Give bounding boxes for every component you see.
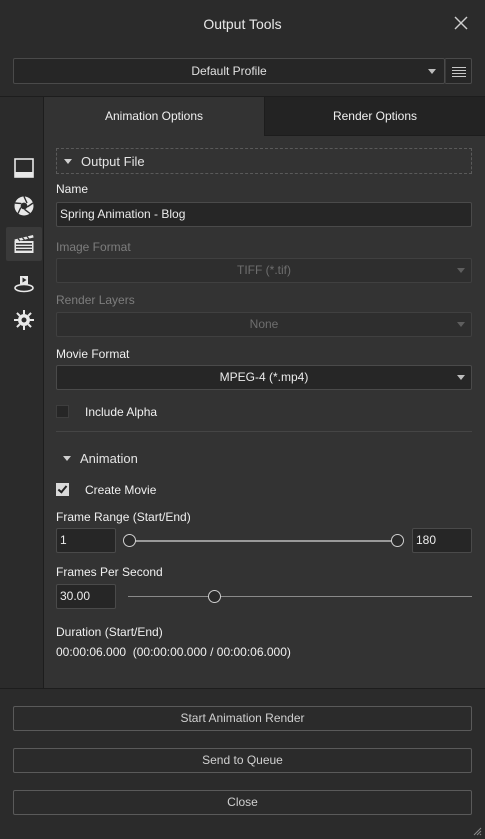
movie-format-value: MPEG-4 (*.mp4) — [219, 370, 309, 384]
clapperboard-icon — [14, 235, 34, 253]
section-divider — [56, 431, 472, 432]
checkmark-icon — [57, 483, 68, 494]
sidebar — [0, 97, 44, 688]
chevron-down-icon — [457, 322, 465, 327]
animation-title: Animation — [80, 451, 138, 466]
options-panel: Animation Options Render Options Output … — [44, 97, 485, 688]
image-format-select[interactable]: TIFF (*.tif) — [56, 258, 472, 283]
resize-grip-icon[interactable] — [473, 827, 482, 836]
frame-range-track — [130, 540, 398, 542]
sidebar-item-camera[interactable] — [6, 189, 42, 223]
fps-slider-handle[interactable] — [207, 590, 221, 603]
name-label: Name — [56, 182, 89, 196]
menu-icon-line — [452, 73, 466, 74]
menu-icon-line — [452, 70, 466, 71]
create-movie-label: Create Movie — [85, 483, 157, 497]
output-file-section-header[interactable]: Output File — [56, 148, 472, 174]
render-layers-select[interactable]: None — [56, 312, 472, 337]
send-to-queue-button[interactable]: Send to Queue — [13, 748, 472, 773]
output-file-title: Output File — [81, 154, 145, 169]
frame-range-label: Frame Range (Start/End) — [56, 510, 191, 524]
divider — [0, 688, 485, 689]
sun-gear-icon — [14, 310, 34, 330]
include-alpha-checkbox[interactable] — [56, 405, 69, 418]
title-bar: Output Tools — [0, 0, 485, 48]
fps-slider-track — [128, 596, 472, 597]
sidebar-item-animation[interactable] — [6, 227, 42, 261]
start-animation-render-button[interactable]: Start Animation Render — [13, 706, 472, 731]
fps-input[interactable]: 30.00 — [56, 584, 116, 609]
duration-value: 00:00:06.000 (00:00:00.000 / 00:00:06.00… — [56, 645, 291, 659]
window-title: Output Tools — [203, 16, 282, 32]
profile-select[interactable]: Default Profile — [13, 58, 445, 84]
duration-label: Duration (Start/End) — [56, 625, 163, 639]
collapse-triangle-icon — [64, 159, 72, 164]
turntable-icon — [14, 276, 34, 293]
chevron-down-icon — [457, 268, 465, 273]
movie-format-select[interactable]: MPEG-4 (*.mp4) — [56, 365, 472, 390]
profile-select-value: Default Profile — [191, 64, 267, 78]
collapse-triangle-icon — [63, 456, 71, 461]
fps-label: Frames Per Second — [56, 565, 163, 579]
frame-start-handle[interactable] — [123, 534, 136, 547]
include-alpha-label: Include Alpha — [85, 405, 158, 419]
frame-end-handle[interactable] — [391, 534, 404, 547]
sidebar-item-lighting[interactable] — [6, 303, 42, 337]
movie-format-label: Movie Format — [56, 347, 130, 361]
tab-render-options[interactable]: Render Options — [264, 97, 485, 136]
sidebar-item-turntable[interactable] — [6, 266, 42, 300]
image-format-value: TIFF (*.tif) — [237, 263, 291, 277]
frame-start-input[interactable]: 1 — [56, 528, 116, 553]
viewport-icon — [14, 158, 34, 178]
tab-animation-options[interactable]: Animation Options — [44, 97, 264, 136]
name-input[interactable]: Spring Animation - Blog — [56, 202, 472, 227]
chevron-down-icon — [457, 375, 465, 380]
profile-row: Default Profile — [13, 58, 472, 84]
menu-icon — [452, 67, 466, 68]
animation-section-header[interactable]: Animation — [56, 446, 472, 472]
frame-end-input[interactable]: 180 — [412, 528, 472, 553]
create-movie-checkbox[interactable] — [56, 483, 69, 496]
aperture-icon — [14, 196, 34, 216]
chevron-down-icon — [428, 69, 436, 74]
sidebar-item-viewport[interactable] — [6, 151, 42, 185]
close-icon[interactable] — [452, 14, 470, 32]
menu-icon-line — [452, 76, 466, 77]
profile-menu-button[interactable] — [445, 58, 472, 84]
close-button[interactable]: Close — [13, 790, 472, 815]
image-format-label: Image Format — [56, 240, 131, 254]
render-layers-label: Render Layers — [56, 293, 135, 307]
render-layers-value: None — [249, 317, 279, 331]
